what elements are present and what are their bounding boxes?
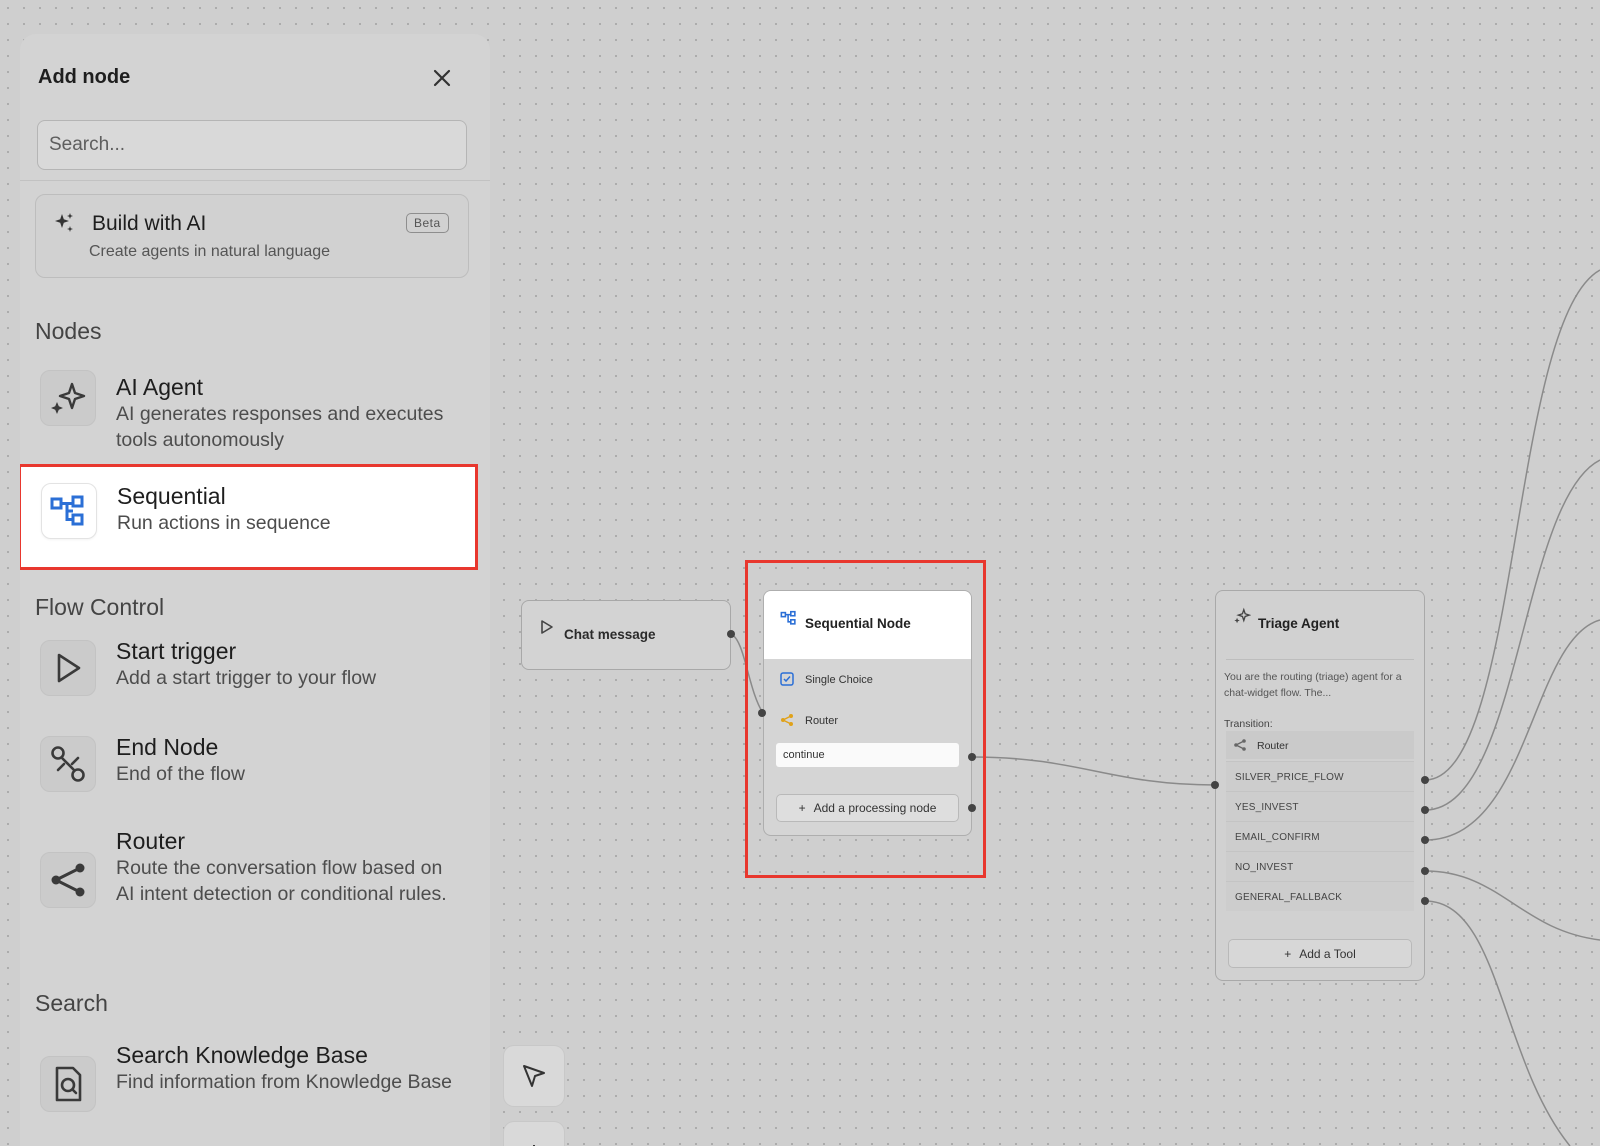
output-handle[interactable]	[1421, 897, 1429, 905]
node-item-title: Sequential	[117, 483, 226, 509]
add-tool-canvas-button[interactable]	[504, 1122, 564, 1146]
share-icon	[781, 714, 793, 726]
transition-router[interactable]: Router	[1226, 731, 1414, 759]
node-item-sequential[interactable]: Sequential Run actions in sequence	[20, 464, 478, 570]
node-item-end-node[interactable]: End Node End of the flow	[20, 720, 490, 810]
play-icon	[40, 640, 96, 696]
add-processing-node-button[interactable]: + Add a processing node	[776, 794, 959, 822]
triage-agent-header: Triage Agent	[1216, 591, 1424, 659]
play-icon	[541, 620, 553, 634]
route-label: YES_INVEST	[1235, 802, 1299, 813]
cursor-icon	[523, 1065, 545, 1087]
router-label: Router	[1257, 740, 1289, 752]
step-label: Single Choice	[805, 674, 873, 686]
share-icon	[1234, 739, 1246, 751]
divider	[20, 180, 490, 181]
node-item-title: Start trigger	[116, 638, 237, 664]
sequential-icon	[780, 610, 796, 625]
output-handle[interactable]	[1421, 867, 1429, 875]
route-item[interactable]: NO_INVEST	[1226, 851, 1414, 881]
plus-icon	[533, 1145, 535, 1146]
sparkle-icon	[40, 370, 96, 426]
panel-title: Add node	[38, 66, 131, 88]
step-router[interactable]: Router	[764, 705, 971, 735]
step-label: Router	[805, 715, 839, 727]
node-item-title: Router	[116, 828, 186, 854]
panel-header: Add node	[20, 34, 490, 120]
node-item-title: End Node	[116, 734, 219, 760]
route-item[interactable]: SILVER_PRICE_FLOW	[1226, 761, 1414, 791]
sequential-node[interactable]: Sequential Node Single Choice Router con…	[763, 590, 972, 836]
node-item-title: Search Knowledge Base	[116, 1042, 368, 1068]
add-tool-label: Add a Tool	[1299, 946, 1356, 961]
route-label: NO_INVEST	[1235, 862, 1294, 873]
route-item[interactable]: GENERAL_FALLBACK	[1226, 881, 1414, 911]
divider	[1226, 659, 1414, 660]
share-icon	[40, 852, 96, 908]
node-item-description: Add a start trigger to your flow	[116, 667, 377, 689]
output-handle[interactable]	[1421, 806, 1429, 814]
node-item-description: End of the flow	[116, 763, 245, 785]
node-item-search-knowledge-base[interactable]: Search Knowledge Base Find information f…	[20, 1028, 490, 1146]
route-item[interactable]: EMAIL_CONFIRM	[1226, 821, 1414, 851]
output-handle[interactable]	[1421, 776, 1429, 784]
node-item-router[interactable]: Router Route the conversation flow based…	[20, 814, 490, 964]
section-search: Search	[35, 990, 108, 1016]
node-item-description: Run actions in sequence	[117, 512, 331, 534]
step-single-choice[interactable]: Single Choice	[764, 664, 971, 694]
node-item-description: AI generates responses and executes tool…	[116, 403, 444, 451]
input-handle[interactable]	[758, 709, 766, 717]
add-tool-button[interactable]: + Add a Tool	[1228, 939, 1412, 968]
route-item[interactable]: YES_INVEST	[1226, 791, 1414, 821]
node-item-description: Find information from Knowledge Base	[116, 1071, 453, 1093]
plus-icon: +	[798, 801, 806, 815]
chat-message-label: Chat message	[564, 627, 656, 642]
chat-message-node[interactable]: Chat message	[521, 600, 731, 670]
output-handle[interactable]	[968, 804, 976, 812]
route-end-icon	[40, 736, 96, 792]
node-item-ai-agent[interactable]: AI Agent AI generates responses and exec…	[20, 356, 490, 466]
close-icon[interactable]	[428, 64, 456, 92]
add-node-panel: Add node Build with AI Create agents in …	[20, 34, 490, 1146]
search-input[interactable]	[37, 120, 467, 170]
sequential-node-title: Sequential Node	[805, 616, 911, 631]
output-handle[interactable]	[968, 753, 976, 761]
add-processing-node-label: Add a processing node	[813, 801, 937, 815]
sequential-node-header: Sequential Node	[764, 591, 971, 659]
transition-label: Transition:	[1224, 718, 1273, 730]
sequential-icon	[41, 483, 97, 539]
node-item-title: AI Agent	[116, 374, 203, 400]
file-search-icon	[40, 1056, 96, 1112]
beta-badge: Beta	[406, 213, 449, 233]
route-label: SILVER_PRICE_FLOW	[1235, 772, 1344, 783]
section-flow-control: Flow Control	[35, 594, 165, 620]
node-item-description: Route the conversation flow based on AI …	[116, 857, 447, 905]
output-handle[interactable]	[727, 630, 735, 638]
triage-agent-title: Triage Agent	[1258, 616, 1340, 631]
input-handle[interactable]	[1211, 781, 1219, 789]
sparkle-icon	[1234, 607, 1251, 624]
build-with-ai-description: Create agents in natural language	[89, 243, 331, 260]
route-label: GENERAL_FALLBACK	[1235, 892, 1343, 903]
continue-output: continue	[776, 743, 959, 767]
route-label: EMAIL_CONFIRM	[1235, 832, 1320, 843]
triage-agent-node[interactable]: Triage Agent You are the routing (triage…	[1215, 590, 1425, 981]
plus-icon: +	[1284, 946, 1292, 961]
checkbox-icon	[780, 672, 794, 686]
build-with-ai-title: Build with AI	[92, 212, 207, 235]
node-item-start-trigger[interactable]: Start trigger Add a start trigger to you…	[20, 632, 490, 716]
output-handle[interactable]	[1421, 836, 1429, 844]
sparkle-icon	[55, 213, 73, 232]
section-nodes: Nodes	[35, 318, 102, 344]
build-with-ai-card[interactable]: Build with AI Create agents in natural l…	[35, 194, 469, 278]
triage-agent-description: You are the routing (triage) agent for a…	[1224, 671, 1402, 699]
pointer-tool-button[interactable]	[504, 1046, 564, 1106]
